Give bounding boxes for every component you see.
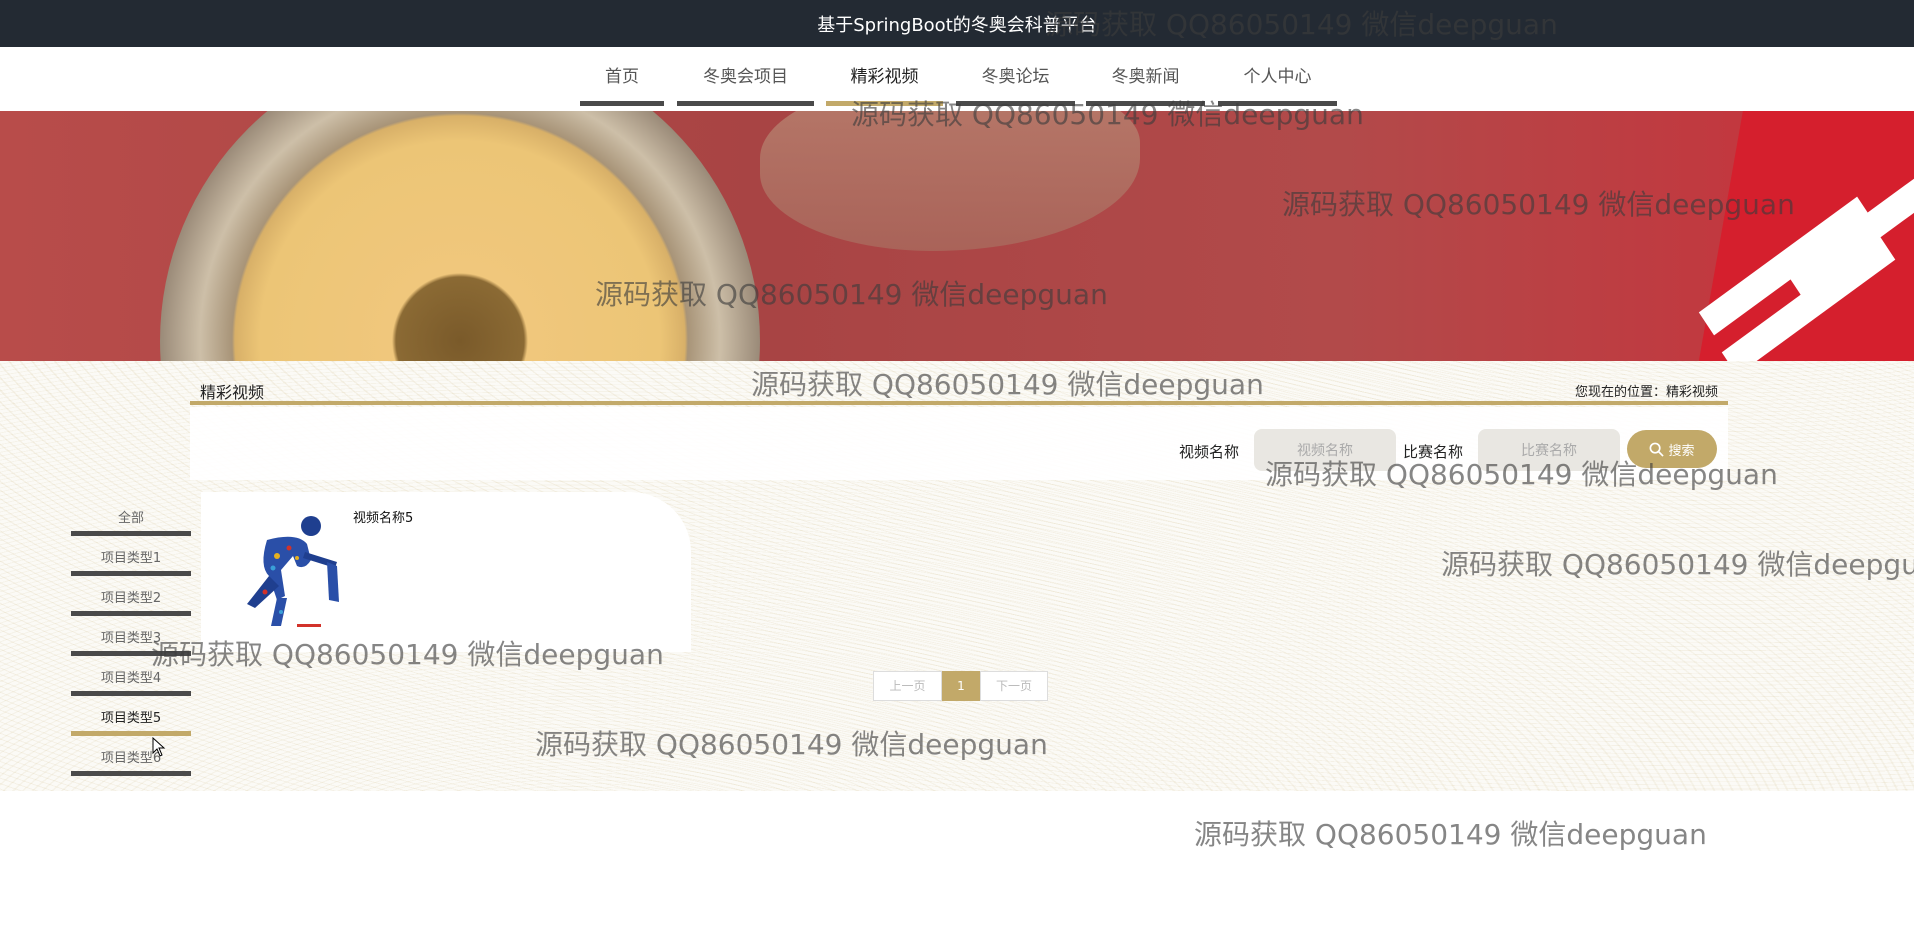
nav-item-news[interactable]: 冬奥新闻: [1086, 47, 1205, 106]
nav-item-home[interactable]: 首页: [580, 47, 664, 106]
category-type-2[interactable]: 项目类型2: [71, 582, 191, 616]
ice-hockey-player-icon: [247, 516, 339, 627]
top-title-bar: 基于SpringBoot的冬奥会科普平台: [0, 0, 1914, 47]
app-title: 基于SpringBoot的冬奥会科普平台: [817, 14, 1097, 36]
search-button[interactable]: 搜索: [1627, 430, 1717, 468]
breadcrumb-prefix: 您现在的位置：: [1574, 385, 1666, 400]
search-icon: [1650, 442, 1665, 457]
nav-item-videos[interactable]: 精彩视频: [826, 47, 943, 106]
mouse-cursor-icon: [152, 737, 166, 757]
pagination: 上一页 1 下一页: [873, 671, 1048, 701]
category-all[interactable]: 全部: [71, 502, 191, 536]
prev-page-button[interactable]: 上一页: [873, 671, 942, 701]
next-page-button[interactable]: 下一页: [980, 671, 1048, 701]
search-button-label: 搜索: [1668, 442, 1695, 458]
category-type-3[interactable]: 项目类型3: [71, 622, 191, 656]
page-1-button[interactable]: 1: [942, 671, 980, 701]
nav-item-forum[interactable]: 冬奥论坛: [956, 47, 1075, 106]
watermark-text: 源码获取 QQ86050149 微信deepguan: [1194, 818, 1707, 851]
title-divider: [190, 401, 1728, 405]
category-type-5[interactable]: 项目类型5: [71, 702, 191, 736]
video-name[interactable]: 视频名称5: [353, 507, 413, 526]
video-thumbnail[interactable]: [207, 500, 342, 630]
nav-item-profile[interactable]: 个人中心: [1218, 47, 1337, 106]
athlete-arm-image: [760, 111, 1140, 251]
match-name-label: 比赛名称: [1403, 443, 1464, 461]
discus-image: [160, 111, 760, 361]
video-name-input[interactable]: [1254, 429, 1396, 471]
match-name-input[interactable]: [1478, 429, 1620, 471]
athlete-shirt-image: [1695, 111, 1914, 361]
breadcrumb-current[interactable]: 精彩视频: [1666, 385, 1718, 400]
page-title: 精彩视频: [200, 383, 265, 402]
main-nav: 首页 冬奥会项目 精彩视频 冬奥论坛 冬奥新闻 个人中心: [0, 47, 1914, 112]
hero-banner: [0, 111, 1914, 361]
breadcrumb: 您现在的位置：精彩视频: [1575, 381, 1718, 400]
category-type-6[interactable]: 项目类型6: [71, 742, 191, 776]
nav-item-projects[interactable]: 冬奥会项目: [677, 47, 814, 106]
video-name-label: 视频名称: [1179, 443, 1240, 461]
category-type-4[interactable]: 项目类型4: [71, 662, 191, 696]
category-type-1[interactable]: 项目类型1: [71, 542, 191, 576]
